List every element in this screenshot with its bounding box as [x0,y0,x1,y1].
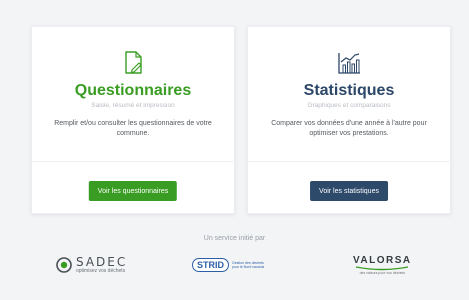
card-divider [248,161,450,162]
card-divider [32,161,234,162]
valorsa-logo[interactable]: VALORSA des valeurs pour vos déchets [353,252,412,278]
questionnaires-title: Questionnaires [74,82,192,99]
sadec-tagline: optimisez vos déchets [76,267,126,274]
strid-name: STRID [192,258,229,272]
sadec-logo[interactable]: SADEC optimisez vos déchets [56,252,127,278]
view-questionnaires-button[interactable]: Voir les questionnaires [88,181,178,201]
document-pen-icon [125,51,142,74]
questionnaires-subtitle: Saisie, résumé et impression [91,102,175,109]
strid-logo[interactable]: STRID Gestion des déchets pour le Nord v… [192,252,270,278]
statistiques-subtitle: Graphiques et comparaisons [307,102,391,109]
statistiques-description: Comparer vos données d'une année à l'aut… [271,120,427,137]
strid-tagline: Gestion des déchets pour le Nord vaudois [232,260,265,270]
statistiques-title: Statistiques [303,82,395,99]
statistiques-card: Statistiques Graphiques et comparaisons … [247,26,451,214]
chart-icon [338,53,360,74]
questionnaires-description: Remplir et/ou consulter les questionnair… [54,120,212,137]
service-initiated-by-label: Un service initié par [203,235,266,242]
questionnaires-card: Questionnaires Saisie, résumé et impress… [31,26,235,214]
view-statistics-button[interactable]: Voir les statistiques [310,181,388,201]
sadec-emblem-icon [56,257,72,273]
valorsa-name: VALORSA [353,254,412,266]
sadec-name: SADEC [76,254,128,269]
valorsa-tagline: des valeurs pour vos déchets [359,270,406,275]
